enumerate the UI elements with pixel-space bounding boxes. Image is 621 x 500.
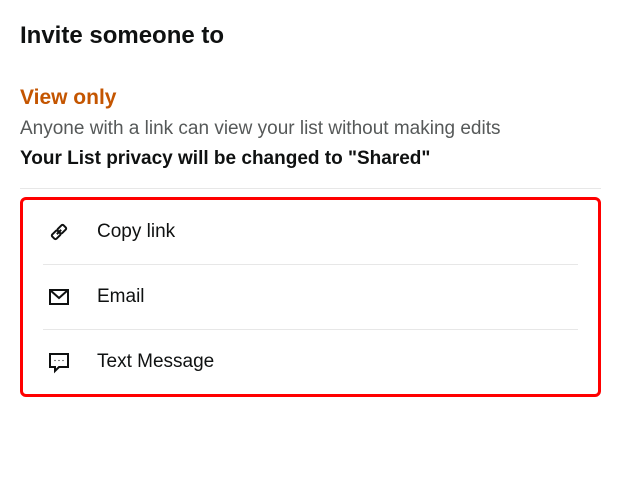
text-message-label: Text Message (97, 351, 214, 373)
permission-description: Anyone with a link can view your list wi… (20, 116, 601, 142)
copy-link-option[interactable]: Copy link (43, 200, 578, 265)
email-icon (47, 285, 71, 309)
divider (20, 188, 601, 189)
text-message-icon (47, 350, 71, 374)
permission-level-title: View only (20, 86, 601, 110)
link-icon (47, 220, 71, 244)
email-option[interactable]: Email (43, 265, 578, 330)
email-label: Email (97, 286, 145, 308)
copy-link-label: Copy link (97, 221, 175, 243)
text-message-option[interactable]: Text Message (43, 330, 578, 394)
page-title: Invite someone to (20, 22, 601, 50)
privacy-warning: Your List privacy will be changed to "Sh… (20, 148, 601, 170)
share-options-box: Copy link Email Text Message (20, 197, 601, 397)
